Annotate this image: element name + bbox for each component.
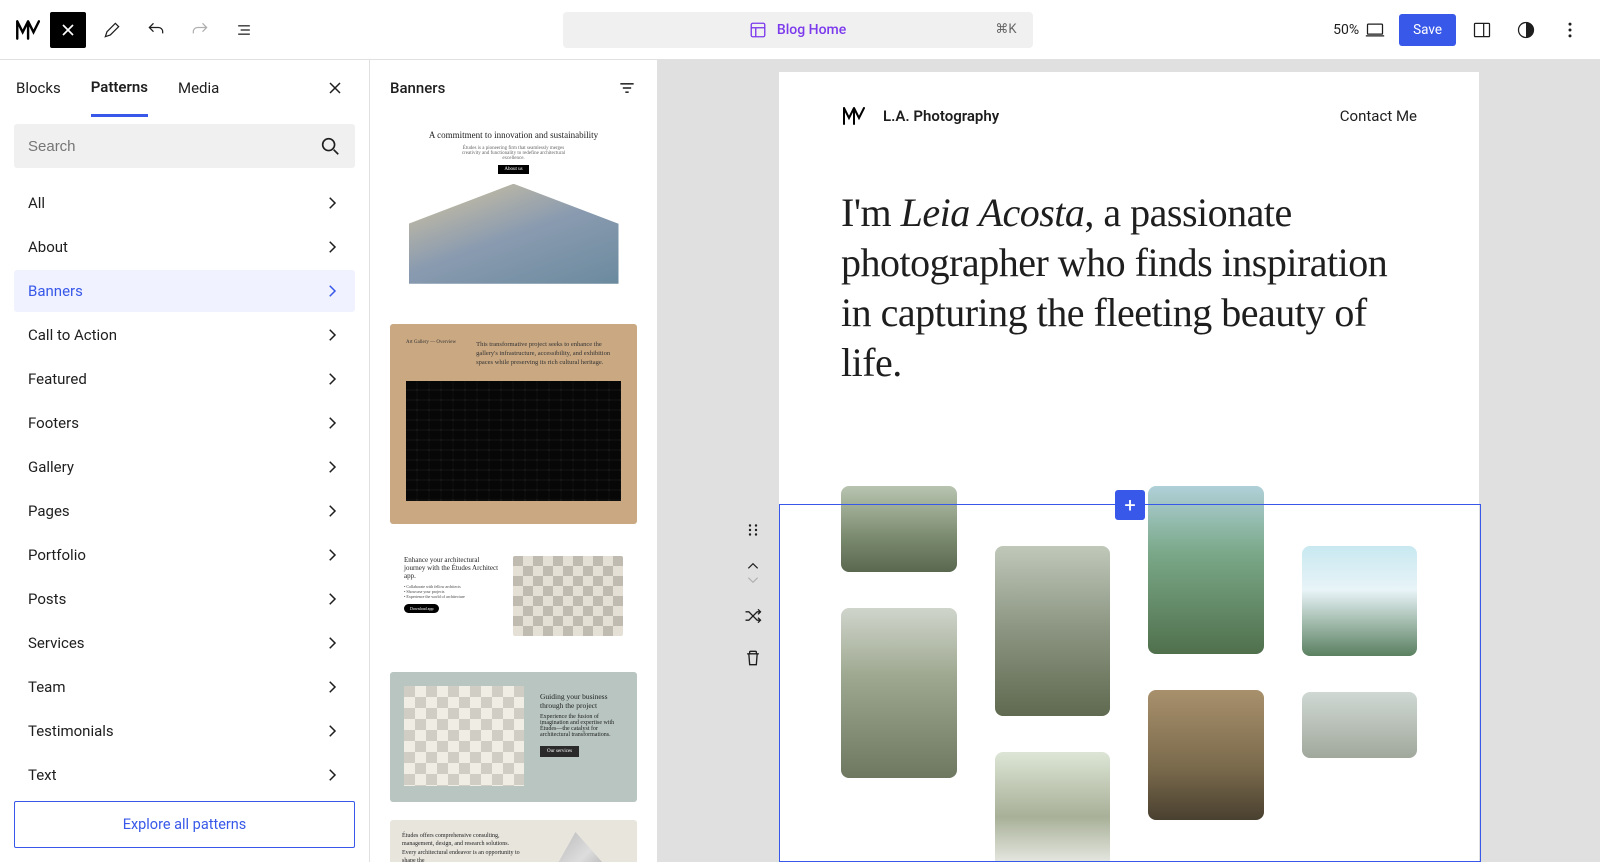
selected-block-outline: + (779, 504, 1481, 862)
category-item-portfolio[interactable]: Portfolio (14, 534, 355, 576)
chevron-right-icon (323, 634, 341, 652)
pattern-category-list: All About Banners Call to Action Featured Foo… (0, 176, 369, 787)
explore-patterns-button[interactable]: Explore all patterns (14, 801, 355, 848)
chevron-right-icon (323, 590, 341, 608)
zoom-value: 50% (1333, 22, 1359, 38)
chevron-right-icon (323, 370, 341, 388)
undo-button[interactable] (138, 12, 174, 48)
top-toolbar: Blog Home ⌘K 50% Save (0, 0, 1600, 60)
chevron-right-icon (323, 326, 341, 344)
editor-canvas[interactable]: L.A. Photography Contact Me I'm Leia Aco… (658, 60, 1600, 862)
tab-patterns[interactable]: Patterns (91, 60, 148, 117)
document-overview-button[interactable] (226, 12, 262, 48)
close-inserter-button[interactable] (317, 70, 353, 106)
command-shortcut: ⌘K (995, 22, 1016, 37)
pattern-thumb-3[interactable]: Enhance your architectural journey with … (390, 542, 637, 654)
category-item-services[interactable]: Services (14, 622, 355, 664)
page-frame: L.A. Photography Contact Me I'm Leia Aco… (779, 72, 1479, 862)
category-label: Portfolio (28, 546, 86, 564)
category-item-text[interactable]: Text (14, 754, 355, 787)
category-label: Pages (28, 502, 70, 520)
chevron-right-icon (323, 194, 341, 212)
pattern-panel-title: Banners (390, 79, 445, 97)
move-down-button[interactable] (741, 574, 765, 586)
category-item-about[interactable]: About (14, 226, 355, 268)
category-item-pages[interactable]: Pages (14, 490, 355, 532)
chevron-right-icon (323, 414, 341, 432)
chevron-right-icon (323, 766, 341, 784)
category-label: Text (28, 766, 57, 784)
category-label: Footers (28, 414, 79, 432)
category-item-footers[interactable]: Footers (14, 402, 355, 444)
template-icon (749, 21, 767, 39)
site-logo[interactable] (12, 15, 42, 45)
inserter-sidebar: Blocks Patterns Media All About Banners Cal… (0, 60, 370, 862)
category-item-gallery[interactable]: Gallery (14, 446, 355, 488)
filter-icon[interactable] (617, 78, 637, 98)
redo-button[interactable] (182, 12, 218, 48)
chevron-right-icon (323, 678, 341, 696)
inserter-tabs: Blocks Patterns Media (0, 60, 369, 116)
chevron-right-icon (323, 546, 341, 564)
drag-handle-icon[interactable] (741, 518, 765, 542)
block-floating-toolbar (741, 518, 765, 670)
pattern-thumb-1[interactable]: A commitment to innovation and sustainab… (390, 114, 637, 306)
chevron-right-icon (323, 722, 341, 740)
document-bar[interactable]: Blog Home ⌘K (563, 12, 1033, 48)
category-label: Posts (28, 590, 66, 608)
pattern-preview-panel: Banners A commitment to innovation and s… (370, 60, 658, 862)
search-icon (319, 135, 341, 157)
category-item-featured[interactable]: Featured (14, 358, 355, 400)
tab-media[interactable]: Media (178, 61, 219, 115)
category-item-posts[interactable]: Posts (14, 578, 355, 620)
zoom-control[interactable]: 50% (1333, 22, 1385, 38)
category-item-banners[interactable]: Banners (14, 270, 355, 312)
category-label: Team (28, 678, 66, 696)
category-item-call-to-action[interactable]: Call to Action (14, 314, 355, 356)
device-icon (1365, 22, 1385, 38)
styles-button[interactable] (1508, 12, 1544, 48)
pattern-thumb-5[interactable]: Études offers comprehensive consulting, … (390, 820, 637, 862)
move-up-button[interactable] (741, 560, 765, 572)
settings-sidebar-button[interactable] (1464, 12, 1500, 48)
category-label: Banners (28, 282, 83, 300)
chevron-right-icon (323, 458, 341, 476)
search-input-wrapper (14, 124, 355, 168)
pattern-thumb-2[interactable]: Art Gallery — Overview This transformati… (390, 324, 637, 524)
site-header[interactable]: L.A. Photography Contact Me (841, 104, 1417, 128)
search-input[interactable] (28, 138, 319, 155)
save-button[interactable]: Save (1399, 14, 1456, 46)
category-label: Featured (28, 370, 87, 388)
category-label: Testimonials (28, 722, 114, 740)
nav-contact[interactable]: Contact Me (1340, 107, 1417, 125)
pattern-thumb-4[interactable]: Guiding your business through the projec… (390, 672, 637, 802)
category-item-testimonials[interactable]: Testimonials (14, 710, 355, 752)
document-title: Blog Home (777, 22, 846, 38)
category-label: Gallery (28, 458, 74, 476)
category-label: Call to Action (28, 326, 117, 344)
category-label: Services (28, 634, 85, 652)
category-label: All (28, 194, 45, 212)
category-label: About (28, 238, 68, 256)
chevron-right-icon (323, 502, 341, 520)
site-title[interactable]: L.A. Photography (883, 107, 999, 125)
toggle-inserter-button[interactable] (50, 12, 86, 48)
chevron-right-icon (323, 282, 341, 300)
category-item-all[interactable]: All (14, 182, 355, 224)
add-block-button[interactable]: + (1115, 490, 1145, 520)
hero-heading[interactable]: I'm Leia Acosta, a passionate photograph… (841, 188, 1417, 388)
site-logo[interactable] (841, 104, 865, 128)
chevron-right-icon (323, 238, 341, 256)
delete-button[interactable] (741, 646, 765, 670)
category-item-team[interactable]: Team (14, 666, 355, 708)
tab-blocks[interactable]: Blocks (16, 61, 61, 115)
options-menu-button[interactable] (1552, 12, 1588, 48)
edit-tool-button[interactable] (94, 12, 130, 48)
shuffle-button[interactable] (741, 604, 765, 628)
